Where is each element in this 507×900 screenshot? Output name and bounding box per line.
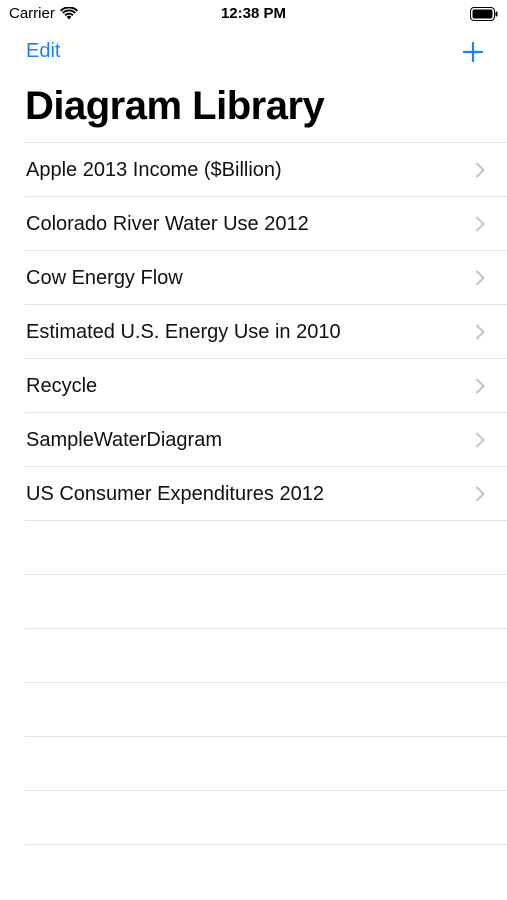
empty-row-separator xyxy=(25,790,507,844)
chevron-right-icon xyxy=(476,432,485,448)
list-item-label: Colorado River Water Use 2012 xyxy=(26,213,309,235)
chevron-right-icon xyxy=(476,162,485,178)
status-time: 12:38 PM xyxy=(220,5,287,22)
status-bar: Carrier 12:38 PM xyxy=(0,0,507,28)
plus-icon[interactable] xyxy=(461,40,485,64)
navigation-bar: Edit xyxy=(0,28,507,78)
chevron-right-icon xyxy=(476,216,485,232)
list-item[interactable]: Estimated U.S. Energy Use in 2010 xyxy=(25,304,507,358)
list-item-label: Cow Energy Flow xyxy=(26,267,183,289)
list-item-label: Recycle xyxy=(26,375,98,397)
chevron-right-icon xyxy=(476,324,485,340)
list-item[interactable]: US Consumer Expenditures 2012 xyxy=(25,466,507,520)
list-item[interactable]: Apple 2013 Income ($Billion) xyxy=(25,142,507,196)
diagram-list: Apple 2013 Income ($Billion) Colorado Ri… xyxy=(0,142,507,898)
list-item-label: SampleWaterDiagram xyxy=(26,429,222,451)
list-item-label: Apple 2013 Income ($Billion) xyxy=(26,159,282,181)
page-title: Diagram Library xyxy=(25,84,325,128)
list-item-label: Estimated U.S. Energy Use in 2010 xyxy=(26,321,341,343)
empty-row-separator xyxy=(25,682,507,736)
list-item[interactable]: Colorado River Water Use 2012 xyxy=(25,196,507,250)
edit-button[interactable]: Edit xyxy=(26,40,60,63)
chevron-right-icon xyxy=(476,270,485,286)
empty-row-separator xyxy=(25,574,507,628)
list-item[interactable]: Recycle xyxy=(25,358,507,412)
list-item[interactable]: SampleWaterDiagram xyxy=(25,412,507,466)
empty-row-separator xyxy=(25,628,507,682)
list-item[interactable]: Cow Energy Flow xyxy=(25,250,507,304)
battery-icon xyxy=(470,7,498,21)
empty-row-separator xyxy=(25,520,507,574)
chevron-right-icon xyxy=(476,486,485,502)
chevron-right-icon xyxy=(476,378,485,394)
empty-row-separator xyxy=(25,736,507,790)
list-item-label: US Consumer Expenditures 2012 xyxy=(26,483,324,505)
empty-row-separator xyxy=(25,844,507,898)
